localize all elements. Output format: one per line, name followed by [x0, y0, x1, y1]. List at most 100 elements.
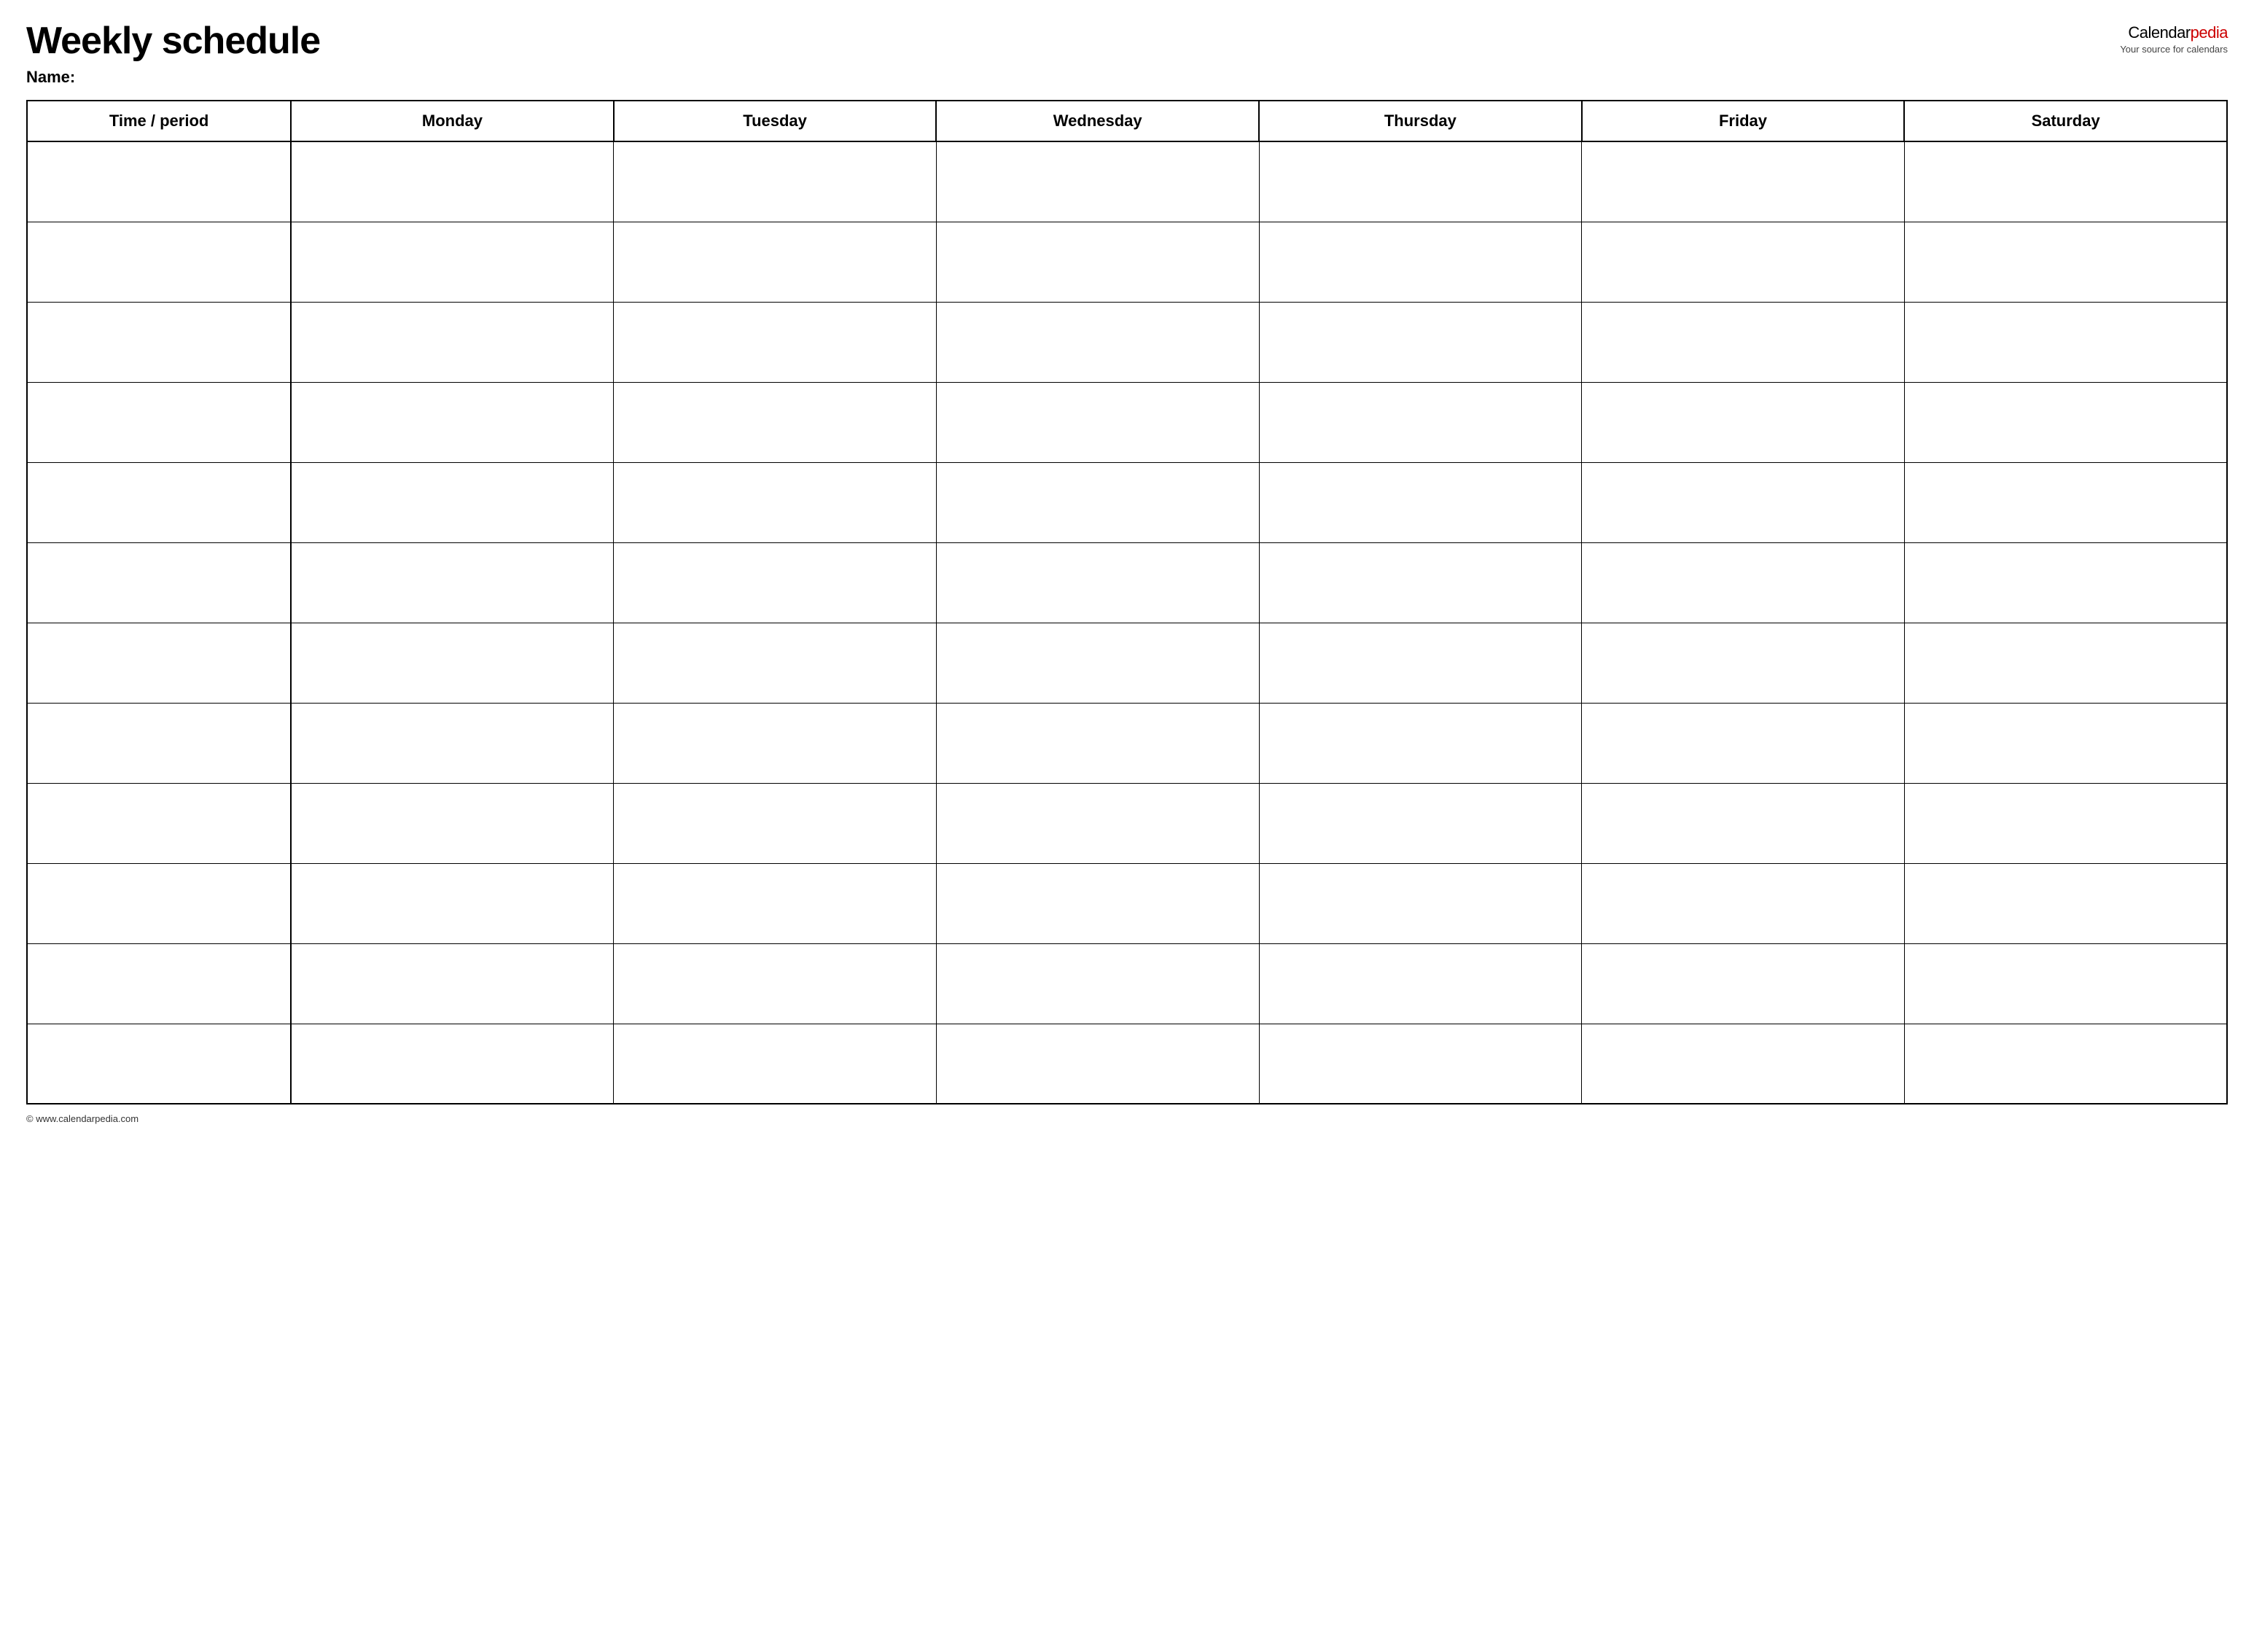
day-cell — [1259, 141, 1582, 222]
name-label: Name: — [26, 68, 320, 87]
day-cell — [614, 703, 937, 783]
col-header-monday: Monday — [291, 101, 614, 141]
day-cell — [1259, 462, 1582, 542]
day-cell — [936, 382, 1259, 462]
table-row — [27, 382, 2227, 462]
day-cell — [1904, 302, 2227, 382]
day-cell — [1582, 863, 1905, 943]
day-cell — [1259, 382, 1582, 462]
day-cell — [936, 1024, 1259, 1104]
time-cell — [27, 302, 291, 382]
day-cell — [1582, 703, 1905, 783]
time-cell — [27, 382, 291, 462]
day-cell — [1259, 943, 1582, 1024]
logo-red-part: pedia — [2191, 23, 2228, 42]
day-cell — [1904, 703, 2227, 783]
day-cell — [1904, 141, 2227, 222]
day-cell — [291, 1024, 614, 1104]
day-cell — [614, 382, 937, 462]
day-cell — [1904, 783, 2227, 863]
col-header-thursday: Thursday — [1259, 101, 1582, 141]
day-cell — [1582, 783, 1905, 863]
day-cell — [614, 222, 937, 302]
day-cell — [291, 382, 614, 462]
title-section: Weekly schedule Name: — [26, 20, 320, 87]
day-cell — [1582, 462, 1905, 542]
day-cell — [614, 542, 937, 623]
table-row — [27, 222, 2227, 302]
time-cell — [27, 542, 291, 623]
time-cell — [27, 943, 291, 1024]
day-cell — [291, 542, 614, 623]
day-cell — [1582, 302, 1905, 382]
day-cell — [614, 783, 937, 863]
day-cell — [936, 783, 1259, 863]
weekly-schedule-table: Time / period Monday Tuesday Wednesday T… — [26, 100, 2228, 1104]
day-cell — [1904, 542, 2227, 623]
day-cell — [1904, 623, 2227, 703]
col-header-saturday: Saturday — [1904, 101, 2227, 141]
day-cell — [1582, 623, 1905, 703]
day-cell — [1904, 462, 2227, 542]
day-cell — [1582, 382, 1905, 462]
day-cell — [614, 302, 937, 382]
page-title: Weekly schedule — [26, 20, 320, 62]
day-cell — [1259, 863, 1582, 943]
day-cell — [936, 943, 1259, 1024]
day-cell — [291, 302, 614, 382]
day-cell — [291, 703, 614, 783]
table-header-row: Time / period Monday Tuesday Wednesday T… — [27, 101, 2227, 141]
day-cell — [936, 302, 1259, 382]
day-cell — [1904, 943, 2227, 1024]
table-row — [27, 302, 2227, 382]
day-cell — [936, 863, 1259, 943]
day-cell — [1582, 141, 1905, 222]
table-row — [27, 943, 2227, 1024]
day-cell — [291, 222, 614, 302]
day-cell — [1582, 222, 1905, 302]
col-header-wednesday: Wednesday — [936, 101, 1259, 141]
table-row — [27, 783, 2227, 863]
day-cell — [614, 1024, 937, 1104]
day-cell — [936, 623, 1259, 703]
day-cell — [936, 703, 1259, 783]
day-cell — [291, 863, 614, 943]
time-cell — [27, 1024, 291, 1104]
day-cell — [1259, 222, 1582, 302]
day-cell — [1259, 542, 1582, 623]
copyright-text: © www.calendarpedia.com — [26, 1113, 139, 1124]
day-cell — [1259, 623, 1582, 703]
table-row — [27, 703, 2227, 783]
time-cell — [27, 783, 291, 863]
time-cell — [27, 462, 291, 542]
time-cell — [27, 703, 291, 783]
day-cell — [936, 222, 1259, 302]
logo-area: Calendarpedia Your source for calendars — [2120, 23, 2228, 55]
day-cell — [1904, 222, 2227, 302]
logo-black-part: Calendar — [2128, 23, 2190, 42]
day-cell — [1259, 703, 1582, 783]
day-cell — [614, 462, 937, 542]
day-cell — [1259, 302, 1582, 382]
day-cell — [291, 141, 614, 222]
day-cell — [936, 542, 1259, 623]
day-cell — [936, 141, 1259, 222]
day-cell — [1259, 783, 1582, 863]
day-cell — [1904, 382, 2227, 462]
logo-subtitle: Your source for calendars — [2120, 44, 2228, 55]
day-cell — [1904, 1024, 2227, 1104]
page-header: Weekly schedule Name: Calendarpedia Your… — [26, 20, 2228, 87]
day-cell — [291, 783, 614, 863]
day-cell — [1259, 1024, 1582, 1104]
day-cell — [614, 141, 937, 222]
day-cell — [614, 863, 937, 943]
day-cell — [291, 623, 614, 703]
day-cell — [1904, 863, 2227, 943]
time-cell — [27, 222, 291, 302]
table-row — [27, 863, 2227, 943]
table-row — [27, 623, 2227, 703]
day-cell — [936, 462, 1259, 542]
table-row — [27, 141, 2227, 222]
col-header-time: Time / period — [27, 101, 291, 141]
table-row — [27, 1024, 2227, 1104]
